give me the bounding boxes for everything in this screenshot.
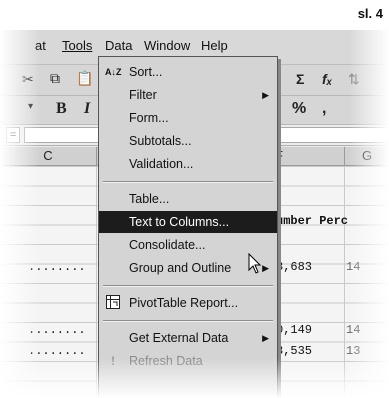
excel-screenshot: at Tools Data Window Help ✂ ⧉ 📋 Σ fₓ ⇅ ▾… <box>0 30 389 398</box>
menu-format-partial[interactable]: at <box>35 38 46 53</box>
submenu-arrow-icon: ▶ <box>262 333 269 343</box>
column-header-g[interactable]: G <box>345 147 389 166</box>
submenu-arrow-icon: ▶ <box>262 90 269 100</box>
percent-style-button[interactable]: % <box>292 100 306 118</box>
autosum-icon[interactable]: Σ <box>296 71 304 87</box>
menu-separator <box>103 181 273 183</box>
cell-header-text[interactable]: umber Perc <box>276 214 348 228</box>
menu-item-refresh-data[interactable]: ! Refresh Data <box>99 350 277 372</box>
menu-item-label: Form... <box>129 111 169 125</box>
menu-window[interactable]: Window <box>144 38 190 53</box>
cell-dots[interactable]: ........ <box>28 260 86 274</box>
menu-item-subtotals[interactable]: Subtotals... <box>99 130 277 152</box>
cell-value[interactable]: 3,535 <box>276 344 312 358</box>
menu-item-pivottable-report[interactable]: PivotTable Report... <box>99 292 277 314</box>
menu-item-label: Text to Columns... <box>129 215 230 229</box>
comma-style-button[interactable]: , <box>322 100 326 118</box>
menu-item-label: Subtotals... <box>129 134 192 148</box>
menu-item-table[interactable]: Table... <box>99 188 277 210</box>
submenu-arrow-icon: ▶ <box>262 263 269 273</box>
cell-percent[interactable]: 14 <box>346 323 360 337</box>
menu-item-filter[interactable]: Filter ▶ <box>99 84 277 106</box>
mouse-pointer-icon <box>248 253 262 274</box>
menu-item-label: Validation... <box>129 157 194 171</box>
menu-item-label: Sort... <box>129 65 163 79</box>
page-label: sl. 4 <box>357 6 383 21</box>
menu-item-form[interactable]: Form... <box>99 107 277 129</box>
cut-icon[interactable]: ✂ <box>22 71 34 88</box>
menu-item-sort[interactable]: A↓Z Sort... <box>99 61 277 83</box>
italic-button[interactable]: I <box>84 100 90 118</box>
cell-dots[interactable]: ........ <box>28 323 86 337</box>
menu-data[interactable]: Data <box>105 38 132 53</box>
menu-item-label: Refresh Data <box>129 354 203 368</box>
column-header-c[interactable]: C <box>0 147 97 166</box>
menu-item-text-to-columns[interactable]: Text to Columns... <box>99 211 277 233</box>
cell-value[interactable]: 3,683 <box>276 260 312 274</box>
menu-help[interactable]: Help <box>201 38 228 53</box>
exclamation-icon: ! <box>111 354 115 368</box>
menu-tools[interactable]: Tools <box>62 38 92 53</box>
menu-item-label: Get External Data <box>129 331 229 345</box>
cell-dots[interactable]: ........ <box>28 344 86 358</box>
sort-ascending-icon[interactable]: ⇅ <box>348 71 360 88</box>
menu-item-validation[interactable]: Validation... <box>99 153 277 175</box>
grid-line <box>96 166 97 398</box>
cell-percent[interactable]: 14 <box>346 260 360 274</box>
data-menu-dropdown: A↓Z Sort... Filter ▶ Form... Subtotals..… <box>98 56 278 398</box>
formula-equals-button[interactable]: = <box>6 127 20 143</box>
pivot-table-icon <box>105 295 121 311</box>
menu-item-get-external-data[interactable]: Get External Data ▶ <box>99 327 277 349</box>
menu-separator <box>103 320 273 322</box>
menu-item-label: Table... <box>129 192 170 206</box>
menu-item-label: PivotTable Report... <box>129 296 239 310</box>
menu-item-label: Group and Outline <box>129 261 232 275</box>
menu-item-label: Consolidate... <box>129 238 206 252</box>
function-icon[interactable]: fₓ <box>322 71 332 87</box>
cell-value[interactable]: 0,149 <box>276 323 312 337</box>
grid-line <box>344 166 345 398</box>
menu-item-label: Filter <box>129 88 157 102</box>
paste-icon[interactable]: 📋 <box>76 70 93 87</box>
menu-separator <box>103 285 273 287</box>
sort-az-icon: A↓Z <box>105 67 122 77</box>
cell-percent[interactable]: 13 <box>346 344 360 358</box>
bold-button[interactable]: B <box>56 100 67 118</box>
font-size-dropdown-icon[interactable]: ▾ <box>28 101 33 112</box>
copy-icon[interactable]: ⧉ <box>50 70 60 87</box>
